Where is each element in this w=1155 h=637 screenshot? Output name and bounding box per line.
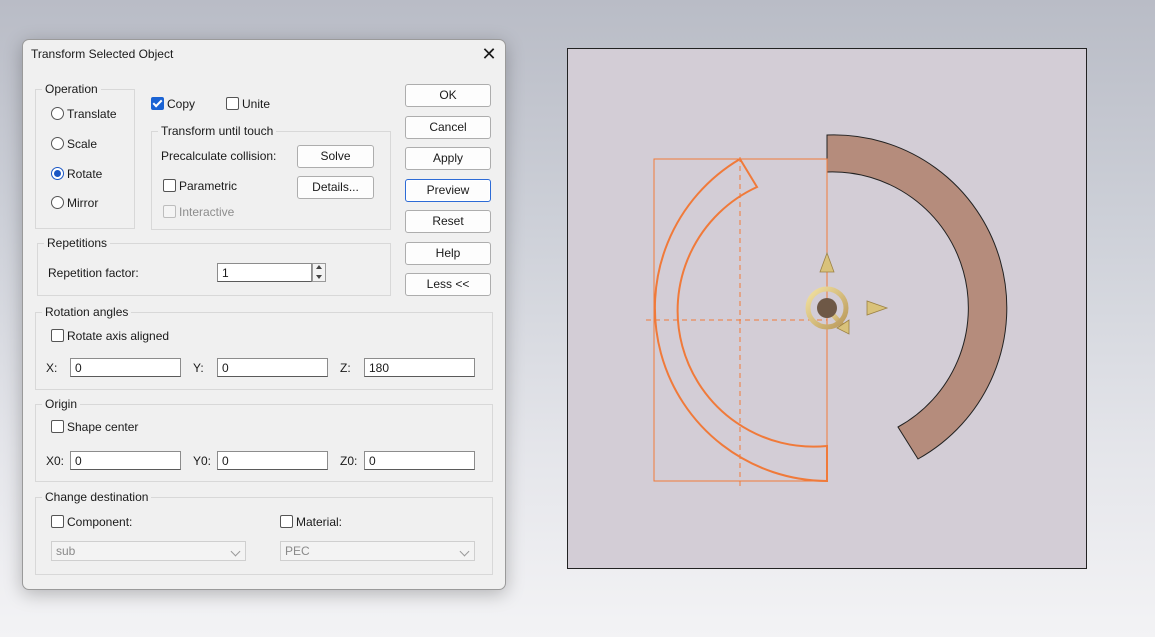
mirror-label: Mirror <box>67 196 99 210</box>
dialog-titlebar: Transform Selected Object ✕ <box>23 40 505 68</box>
spin-down-icon[interactable] <box>316 275 322 279</box>
dialog-title: Transform Selected Object <box>31 47 174 61</box>
less-button[interactable]: Less << <box>405 273 491 296</box>
z-angle-label: Z: <box>340 361 351 375</box>
transform-dialog: Transform Selected Object ✕ Operation Tr… <box>22 39 506 590</box>
origin-label: Origin <box>42 397 81 411</box>
y-angle-input[interactable]: 0 <box>217 358 328 377</box>
3d-viewport[interactable] <box>567 48 1087 569</box>
solve-button[interactable]: Solve <box>297 145 374 168</box>
x-angle-input[interactable]: 0 <box>70 358 181 377</box>
close-icon[interactable]: ✕ <box>479 44 499 64</box>
origin-group: Origin <box>35 397 493 482</box>
precalculate-collision-label: Precalculate collision: <box>161 149 277 163</box>
material-label: Material: <box>296 515 343 529</box>
parametric-label: Parametric <box>179 179 238 193</box>
rotation-angles-label: Rotation angles <box>42 305 132 319</box>
reset-button[interactable]: Reset <box>405 210 491 233</box>
component-select: sub <box>51 541 246 561</box>
help-button[interactable]: Help <box>405 242 491 265</box>
radio-mirror[interactable] <box>51 196 64 209</box>
shape-center-checkbox[interactable] <box>51 420 64 433</box>
parametric-checkbox[interactable] <box>163 179 176 192</box>
preview-button[interactable]: Preview <box>405 179 491 202</box>
interactive-checkbox <box>163 205 176 218</box>
chevron-down-icon <box>230 546 241 557</box>
z0-input[interactable]: 0 <box>364 451 475 470</box>
component-select-value: sub <box>56 544 76 558</box>
radio-rotate[interactable] <box>51 167 64 180</box>
rotate-axis-aligned-label: Rotate axis aligned <box>67 329 170 343</box>
copy-checkbox[interactable] <box>151 97 164 110</box>
viewport-canvas <box>646 134 1008 489</box>
material-select-value: PEC <box>285 544 310 558</box>
rotate-axis-aligned-checkbox[interactable] <box>51 329 64 342</box>
y-angle-label: Y: <box>193 361 204 375</box>
operation-label: Operation <box>42 82 101 96</box>
chevron-down-icon <box>459 546 470 557</box>
component-checkbox[interactable] <box>51 515 64 528</box>
unite-label: Unite <box>242 97 271 111</box>
scale-label: Scale <box>67 137 98 151</box>
transform-gizmo <box>805 251 889 335</box>
details-button[interactable]: Details... <box>297 176 374 199</box>
x0-label: X0: <box>46 454 65 468</box>
unite-checkbox[interactable] <box>226 97 239 110</box>
copy-label: Copy <box>167 97 196 111</box>
rotate-label: Rotate <box>67 167 103 181</box>
repetition-factor-label: Repetition factor: <box>48 266 139 280</box>
radio-translate[interactable] <box>51 107 64 120</box>
rotation-angles-group: Rotation angles <box>35 305 493 390</box>
spin-up-icon[interactable] <box>316 265 322 269</box>
material-select: PEC <box>280 541 475 561</box>
apply-button[interactable]: Apply <box>405 147 491 170</box>
repetition-factor-spinner[interactable] <box>312 263 326 282</box>
material-checkbox[interactable] <box>280 515 293 528</box>
translate-label: Translate <box>67 107 117 121</box>
y0-label: Y0: <box>193 454 212 468</box>
radio-scale[interactable] <box>51 137 64 150</box>
z-angle-input[interactable]: 180 <box>364 358 475 377</box>
ok-button[interactable]: OK <box>405 84 491 107</box>
y0-input[interactable]: 0 <box>217 451 328 470</box>
change-destination-group: Change destination <box>35 490 493 575</box>
x0-input[interactable]: 0 <box>70 451 181 470</box>
change-destination-label: Change destination <box>42 490 152 504</box>
cancel-button[interactable]: Cancel <box>405 116 491 139</box>
interactive-label: Interactive <box>179 205 235 219</box>
z0-label: Z0: <box>340 454 358 468</box>
component-label: Component: <box>67 515 133 529</box>
repetition-factor-input[interactable]: 1 <box>217 263 312 282</box>
transform-until-touch-label: Transform until touch <box>158 124 277 138</box>
x-angle-label: X: <box>46 361 58 375</box>
repetitions-label: Repetitions <box>44 236 111 250</box>
original-shape <box>826 134 1008 460</box>
shape-center-label: Shape center <box>67 420 139 434</box>
